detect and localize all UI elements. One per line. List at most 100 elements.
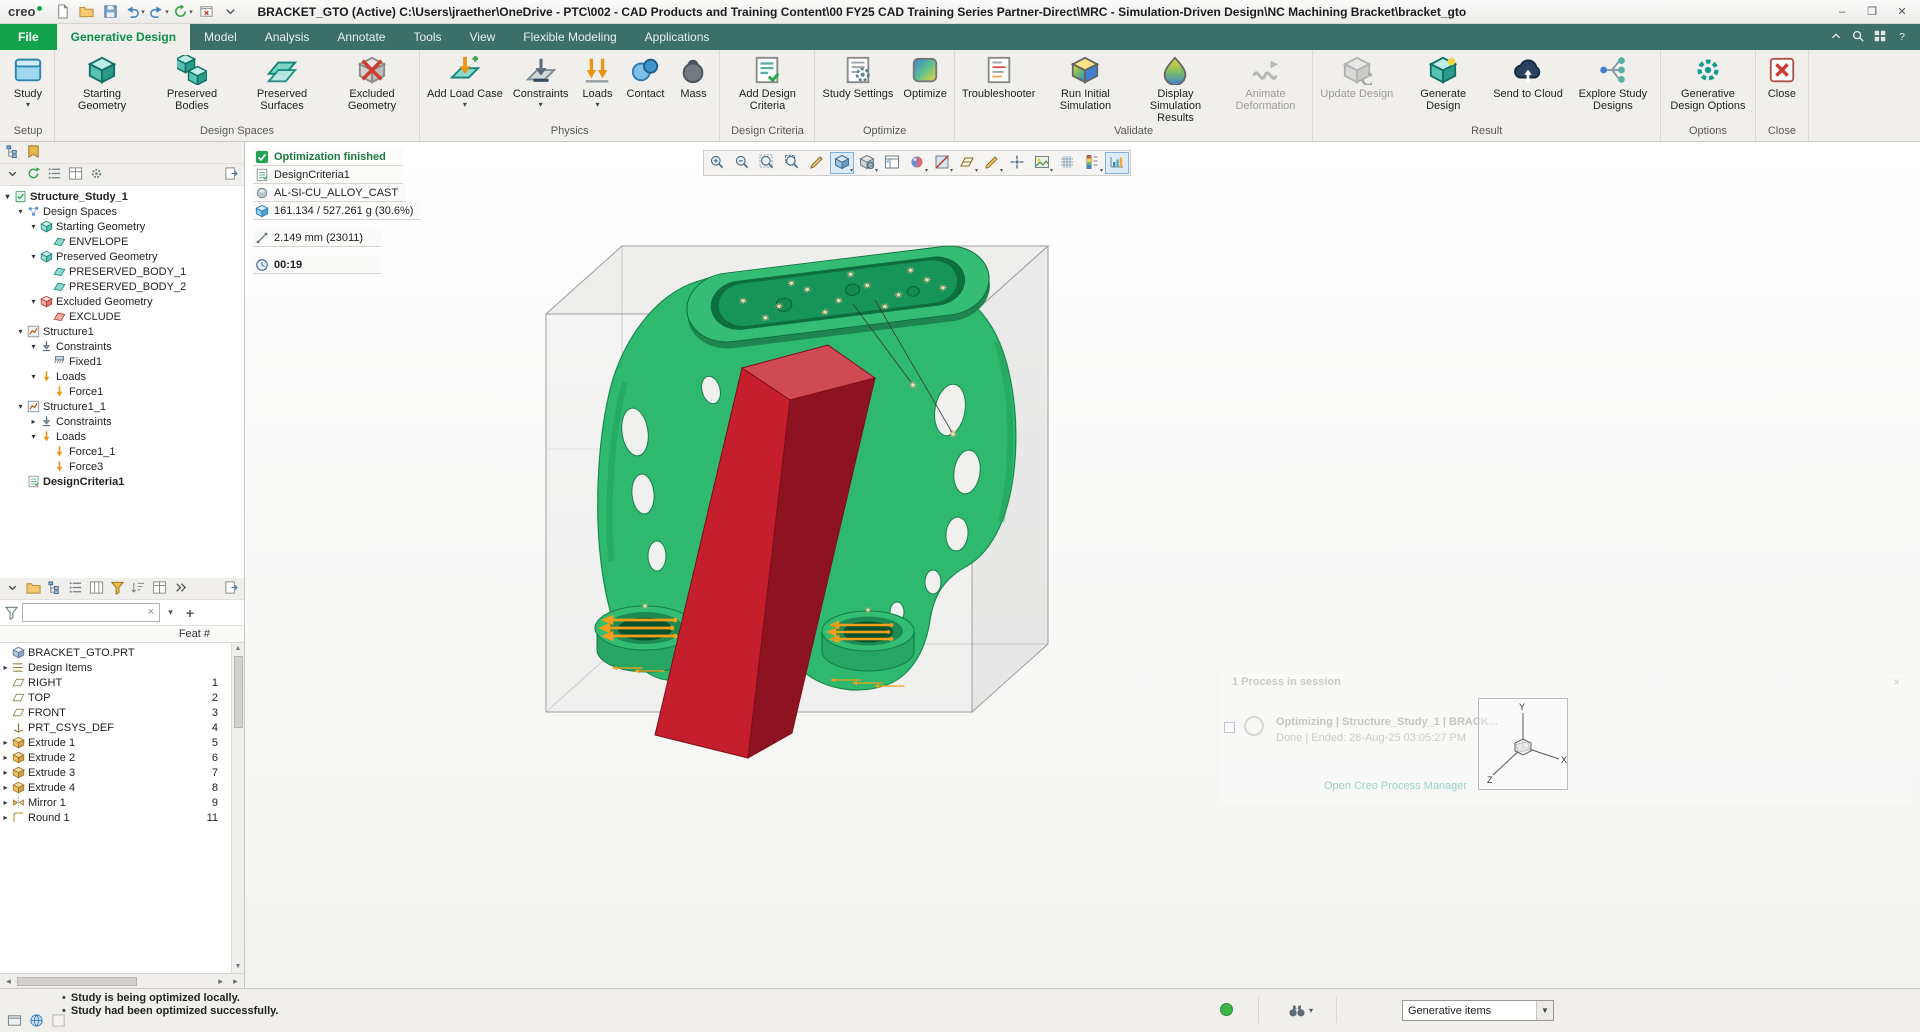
tabbar-collapse-ribbon[interactable] bbox=[1828, 29, 1844, 45]
open-process-manager-link[interactable]: Open Creo Process Manager bbox=[1324, 780, 1467, 792]
model-tree-item-fixed1[interactable]: Fixed1 bbox=[0, 354, 244, 369]
status-window[interactable] bbox=[5, 1011, 24, 1030]
expander-icon[interactable]: ▾ bbox=[2, 192, 13, 201]
panel-btn-caret-down[interactable] bbox=[3, 165, 22, 184]
panel-btn-refresh[interactable] bbox=[24, 165, 43, 184]
vp-appearance-button[interactable]: ▾ bbox=[905, 152, 929, 174]
expander-icon[interactable]: ▾ bbox=[15, 207, 26, 216]
display-simulation-results-button[interactable]: Display Simulation Results bbox=[1131, 52, 1219, 120]
vp-datum-display-button[interactable]: ▾ bbox=[955, 152, 979, 174]
feature-tree-hscrollbar[interactable]: ◂ ▸ ▸ bbox=[0, 973, 244, 988]
vp-annotation-button[interactable]: ▾ bbox=[980, 152, 1004, 174]
panel-btn-filter-yellow[interactable] bbox=[108, 579, 127, 598]
generative-design-options-button[interactable]: Generative Design Options bbox=[1664, 52, 1752, 120]
tabbar-help[interactable]: ? bbox=[1894, 29, 1910, 45]
troubleshooter-button[interactable]: Troubleshooter bbox=[958, 52, 1040, 120]
vp-display-style-button[interactable]: ▾ bbox=[830, 152, 854, 174]
process-close-button[interactable]: × bbox=[1887, 674, 1906, 690]
model-tree-item-loads[interactable]: ▾Loads bbox=[0, 429, 244, 444]
model-tree-item-structure1[interactable]: ▾Structure1 bbox=[0, 324, 244, 339]
expander-icon[interactable]: ▾ bbox=[28, 432, 39, 441]
feature-tree-vscrollbar[interactable]: ▲ ▼ bbox=[231, 643, 244, 973]
panel-btn-detach[interactable] bbox=[222, 579, 241, 598]
panel-btn-bookmarks[interactable] bbox=[24, 143, 43, 162]
model-tree-item-starting-geometry[interactable]: ▾Starting Geometry bbox=[0, 219, 244, 234]
model-tree-item-designcriteria1[interactable]: DesignCriteria1 bbox=[0, 474, 244, 489]
feature-tree-item-design-items[interactable]: ▸Design Items bbox=[0, 660, 244, 675]
explore-study-designs-button[interactable]: Explore Study Designs bbox=[1569, 52, 1657, 120]
expander-icon[interactable]: ▸ bbox=[0, 753, 11, 762]
feature-tree-item-mirror-1[interactable]: ▸Mirror 19 bbox=[0, 795, 244, 810]
model-tree-item-force1-1[interactable]: Force1_1 bbox=[0, 444, 244, 459]
tab-view[interactable]: View bbox=[455, 24, 509, 50]
feature-tree-item-top[interactable]: TOP2 bbox=[0, 690, 244, 705]
scroll-left-icon[interactable]: ◂ bbox=[2, 976, 15, 987]
expander-icon[interactable]: ▸ bbox=[0, 798, 11, 807]
qat-save[interactable] bbox=[99, 2, 122, 22]
feature-tree-item-extrude-4[interactable]: ▸Extrude 48 bbox=[0, 780, 244, 795]
panel-btn-columns[interactable] bbox=[87, 579, 106, 598]
tab-analysis[interactable]: Analysis bbox=[251, 24, 324, 50]
combo-caret-icon[interactable]: ▼ bbox=[1536, 1001, 1553, 1020]
file-menu-button[interactable]: File bbox=[0, 24, 57, 50]
close-window-button[interactable]: ✕ bbox=[1888, 2, 1916, 22]
study-settings-button[interactable]: Study Settings bbox=[818, 52, 897, 120]
graphics-viewport[interactable]: ▾▾▾▾▾▾▾▾ Optimization finished DesignCri… bbox=[245, 142, 1920, 988]
panel-btn-tree-columns[interactable] bbox=[66, 165, 85, 184]
vp-view-manager-button[interactable] bbox=[880, 152, 904, 174]
panel-btn-tree[interactable] bbox=[45, 579, 64, 598]
model-tree-item-preserved-body-1[interactable]: PRESERVED_BODY_1 bbox=[0, 264, 244, 279]
scroll-right-icon[interactable]: ▸ bbox=[214, 976, 227, 987]
status-blank[interactable] bbox=[49, 1011, 68, 1030]
3d-scene[interactable] bbox=[245, 142, 1920, 988]
status-globe[interactable] bbox=[27, 1011, 46, 1030]
search-tool-button[interactable]: ▾ bbox=[1282, 1000, 1319, 1020]
qat-window-close[interactable] bbox=[195, 2, 218, 22]
vp-grid-button[interactable] bbox=[1055, 152, 1079, 174]
model-status-dot[interactable] bbox=[1220, 1003, 1233, 1016]
model-tree-item-structure-study-1[interactable]: ▾Structure_Study_1 bbox=[0, 189, 244, 204]
feature-tree-item-round-1[interactable]: ▸Round 111 bbox=[0, 810, 244, 825]
expander-icon[interactable]: ▸ bbox=[0, 783, 11, 792]
vp-zoom-in-button[interactable] bbox=[705, 152, 729, 174]
starting-geometry-button[interactable]: Starting Geometry bbox=[58, 52, 146, 120]
tab-applications[interactable]: Applications bbox=[631, 24, 724, 50]
expander-icon[interactable]: ▾ bbox=[28, 297, 39, 306]
model-tree-item-excluded-geometry[interactable]: ▾Excluded Geometry bbox=[0, 294, 244, 309]
optimize-button[interactable]: Optimize bbox=[899, 52, 950, 120]
filter-options-caret[interactable]: ▾ bbox=[163, 604, 178, 621]
qat-new-file[interactable] bbox=[51, 2, 74, 22]
vp-refit-button[interactable] bbox=[755, 152, 779, 174]
panel-btn-detach[interactable] bbox=[222, 165, 241, 184]
send-to-cloud-button[interactable]: Send to Cloud bbox=[1489, 52, 1567, 120]
model-tree-item-force1[interactable]: Force1 bbox=[0, 384, 244, 399]
tab-flexible-modeling[interactable]: Flexible Modeling bbox=[509, 24, 630, 50]
tabbar-window-menu[interactable] bbox=[1872, 29, 1888, 45]
generate-design-button[interactable]: Generate Design bbox=[1399, 52, 1487, 120]
model-tree-item-constraints[interactable]: ▸Constraints bbox=[0, 414, 244, 429]
tree-filter-input[interactable] bbox=[22, 603, 160, 622]
feature-tree-item-right[interactable]: RIGHT1 bbox=[0, 675, 244, 690]
model-tree-item-force3[interactable]: Force3 bbox=[0, 459, 244, 474]
vp-spin-center-button[interactable] bbox=[1005, 152, 1029, 174]
qat-regenerate[interactable]: ▾ bbox=[171, 2, 194, 22]
expander-icon[interactable]: ▾ bbox=[15, 402, 26, 411]
expander-icon[interactable]: ▾ bbox=[28, 342, 39, 351]
expander-icon[interactable]: ▾ bbox=[15, 327, 26, 336]
scroll-right-end-icon[interactable]: ▸ bbox=[229, 976, 242, 987]
qat-customize-caret[interactable] bbox=[219, 2, 242, 22]
feature-tree-item-extrude-2[interactable]: ▸Extrude 26 bbox=[0, 750, 244, 765]
model-tree-item-preserved-body-2[interactable]: PRESERVED_BODY_2 bbox=[0, 279, 244, 294]
panel-btn-caret-down[interactable] bbox=[3, 579, 22, 598]
expander-icon[interactable]: ▾ bbox=[28, 372, 39, 381]
expander-icon[interactable]: ▾ bbox=[28, 222, 39, 231]
feature-tree-item-prt-csys-def[interactable]: PRT_CSYS_DEF4 bbox=[0, 720, 244, 735]
constraints-button[interactable]: Constraints▾ bbox=[509, 52, 573, 120]
tab-generative-design[interactable]: Generative Design bbox=[57, 24, 190, 50]
tab-model[interactable]: Model bbox=[190, 24, 251, 50]
feature-tree-item-bracket-gto-prt[interactable]: BRACKET_GTO.PRT bbox=[0, 645, 244, 660]
qat-open-folder[interactable] bbox=[75, 2, 98, 22]
panel-btn-settings[interactable] bbox=[87, 165, 106, 184]
model-tree-item-design-spaces[interactable]: ▾Design Spaces bbox=[0, 204, 244, 219]
hscroll-thumb[interactable] bbox=[17, 977, 137, 986]
